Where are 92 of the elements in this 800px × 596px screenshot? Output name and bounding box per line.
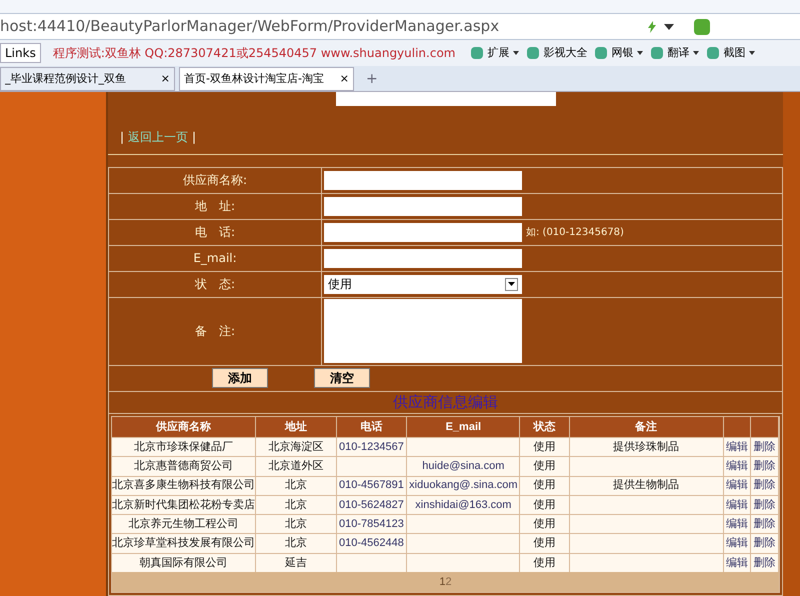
table-cell-text: 010-1234567	[338, 440, 404, 455]
toolbar-label: 网银	[611, 44, 634, 61]
form-button[interactable]: 清空	[314, 368, 370, 388]
column-header: 地址	[256, 416, 337, 437]
table-link[interactable]: 删除	[754, 496, 776, 514]
table-cell-text: 北京	[284, 516, 307, 532]
separator-text: |	[192, 128, 196, 146]
toolbar-label: 影视大全	[543, 44, 588, 61]
table-link[interactable]: 删除	[754, 535, 776, 552]
input-field[interactable]	[324, 222, 522, 242]
app-icon	[651, 47, 664, 60]
table-link[interactable]: 编辑	[726, 438, 748, 456]
table-cell-text: 北京养元生物工程公司	[128, 516, 238, 532]
table-cell-text: 使用	[534, 440, 556, 455]
table-cell-text: 010-4562448	[338, 536, 404, 552]
toolbar-label: 扩展	[487, 44, 510, 61]
table-link[interactable]: 删除	[754, 438, 776, 456]
table-cell-text: 使用	[534, 536, 556, 552]
app-icon	[527, 47, 540, 60]
field-label: 地 址:	[194, 198, 236, 216]
table-link[interactable]: 编辑	[726, 477, 748, 494]
page-link[interactable]: 1	[439, 574, 446, 590]
column-header: 电话	[336, 416, 408, 437]
remark-field[interactable]	[324, 299, 522, 364]
table-cell-text: 010-4567891	[338, 478, 404, 494]
app-icon	[595, 47, 608, 60]
column-header: 状态	[520, 416, 570, 437]
input-field[interactable]	[324, 248, 522, 268]
table-cell-text: 使用	[534, 498, 556, 513]
table-cell-text: 使用	[534, 478, 556, 494]
links-button[interactable]: Links	[0, 43, 41, 64]
field-label: 供应商名称:	[182, 172, 248, 190]
table-cell-text: 使用	[534, 517, 556, 532]
column-header: E_mail	[407, 416, 520, 437]
close-button[interactable]: ×	[340, 70, 349, 88]
table-cell-text: 北京市珍珠保健品厂	[134, 440, 233, 455]
table-link[interactable]: 编辑	[726, 496, 748, 514]
close-button[interactable]: ×	[160, 70, 170, 88]
table-cell-text: 使用	[534, 459, 556, 474]
table-cell-text: 北京新时代集团松花粉专卖店	[112, 498, 255, 513]
toolbar-label: 截图	[723, 44, 746, 61]
table-cell-text: 北京珍草堂科技发展有限公司	[112, 536, 255, 552]
separator-text: |	[120, 128, 124, 146]
table-cell-text: 提供珍珠制品	[613, 440, 680, 455]
new-tab-button[interactable]: +	[358, 68, 386, 91]
table-cell-text: 北京海淀区	[268, 440, 324, 455]
table-link[interactable]: 删除	[754, 458, 776, 475]
table-link[interactable]: 编辑	[726, 516, 748, 532]
input-field[interactable]	[324, 170, 522, 190]
status-select[interactable]: 使用	[324, 274, 522, 294]
form-button[interactable]: 添加	[212, 368, 268, 388]
field-label: 电 话:	[194, 224, 236, 242]
table-cell-text: xinshidai@163.com	[415, 498, 512, 513]
links-bar-text[interactable]: 程序测试:双鱼林 QQ:287307421或254540457 www.shuangyulin.com	[52, 44, 456, 62]
column-header: 供应商名称	[112, 416, 256, 437]
field-label: 状 态:	[194, 276, 236, 294]
table-link[interactable]: 编辑	[726, 554, 748, 572]
table-cell-text: 010-5624827	[338, 498, 404, 513]
caret-icon[interactable]	[664, 24, 674, 30]
column-header: 备注	[570, 416, 724, 437]
toolbar-label: 翻译	[667, 44, 690, 61]
table-cell-text: 提供生物制品	[613, 478, 680, 494]
phone-hint: 如: (010-12345678)	[526, 226, 624, 240]
table-cell-text: 北京喜多康生物科技有限公司	[112, 478, 255, 494]
input-field[interactable]	[324, 196, 522, 216]
tab-title: 首页-双鱼林设计淘宝店-淘宝	[184, 70, 325, 87]
bolt-icon	[648, 20, 656, 33]
tab-title: _毕业课程范例设计_双鱼	[5, 70, 127, 87]
table-link[interactable]: 删除	[754, 554, 776, 572]
table-cell-text: 北京	[284, 498, 307, 513]
table-link[interactable]: 编辑	[726, 535, 748, 552]
table-link[interactable]: 编辑	[726, 458, 748, 475]
table-cell-text: 北京惠普德商贸公司	[134, 458, 233, 474]
browser-tab[interactable]: 首页-双鱼林设计淘宝店-淘宝 ×	[179, 66, 354, 91]
table-link[interactable]: 删除	[754, 516, 776, 532]
table-link[interactable]: 删除	[754, 477, 776, 494]
browser-tab[interactable]: _毕业课程范例设计_双鱼 ×	[0, 66, 175, 91]
table-cell-text: huide@sina.com	[422, 459, 504, 474]
table-cell-text: 朝真国际有限公司	[139, 556, 228, 571]
back-link[interactable]: 返回上一页	[128, 128, 188, 146]
field-label: E_mail:	[193, 250, 237, 268]
app-icon	[471, 47, 484, 60]
field-label: 备 注:	[194, 323, 236, 340]
grid-title: 供应商信息编辑	[393, 392, 498, 414]
table-cell-text: 使用	[534, 556, 556, 571]
table-cell-text: 延吉	[284, 556, 307, 571]
table-cell-text: 北京道外区	[268, 458, 324, 474]
app-icon	[707, 47, 720, 60]
table-cell-text: 北京	[284, 536, 307, 552]
table-cell-text: xiduokang@.sina.com	[409, 478, 518, 494]
table-cell-text: 010-7854123	[338, 517, 404, 532]
table-cell-text: 北京	[284, 478, 307, 494]
